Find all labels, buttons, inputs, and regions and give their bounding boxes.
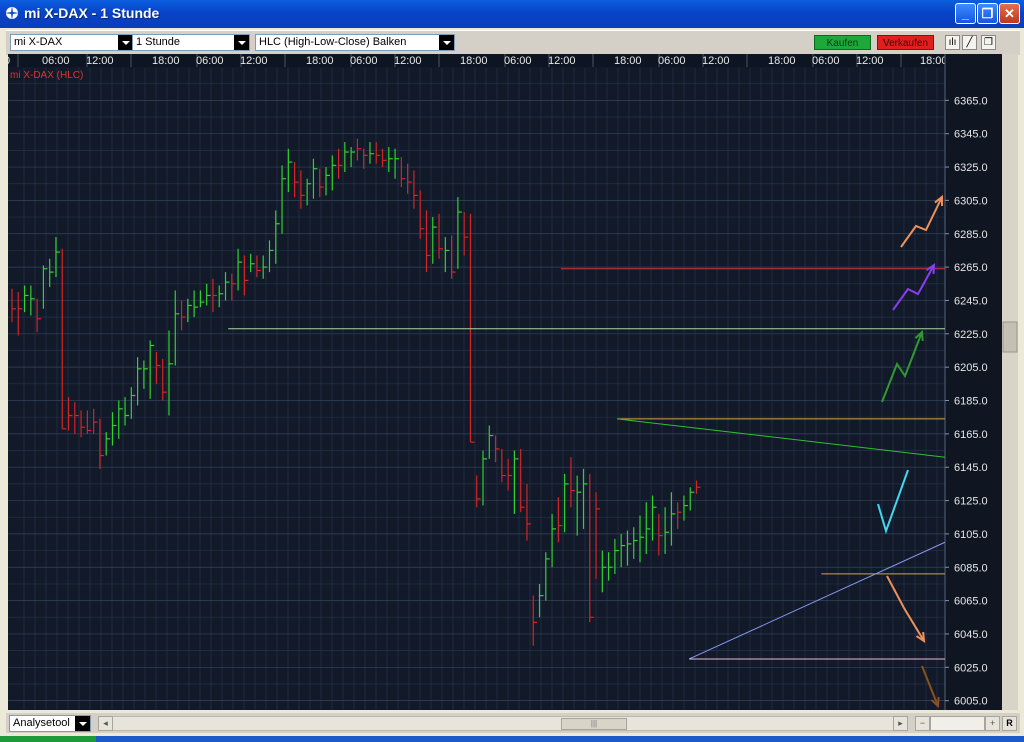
x-tick-label: 18:00 bbox=[768, 55, 796, 67]
y-tick-label: 6365.0 bbox=[954, 95, 988, 107]
y-tick-label: 6125.0 bbox=[954, 496, 988, 508]
chart-background bbox=[8, 54, 1018, 710]
chart-style-value: HLC (High-Low-Close) Balken bbox=[259, 36, 407, 48]
x-tick-label: 06:00 bbox=[504, 55, 532, 67]
taskbar-segment bbox=[0, 736, 96, 742]
x-tick-label: 12:00 bbox=[394, 55, 422, 67]
analysis-tool-value: Analysetool bbox=[13, 717, 70, 729]
chart-toolbar: mi X-DAX 1 Stunde HLC (High-Low-Close) B… bbox=[6, 30, 1020, 55]
y-tick-label: 6185.0 bbox=[954, 396, 988, 408]
y-tick-label: 6005.0 bbox=[954, 696, 988, 708]
restore-icon: ❐ bbox=[981, 6, 994, 21]
reset-button[interactable]: R bbox=[1002, 716, 1017, 731]
x-tick-label: 12:00 bbox=[86, 55, 114, 67]
app-icon bbox=[5, 6, 19, 20]
sell-button[interactable]: Verkaufen bbox=[877, 35, 934, 50]
chevron-down-icon[interactable] bbox=[118, 35, 133, 50]
window-title: mi X-DAX - 1 Stunde bbox=[24, 5, 160, 21]
y-tick-label: 6145.0 bbox=[954, 462, 988, 474]
x-tick-label: 18:00 bbox=[460, 55, 488, 67]
x-tick-label: 18:00 bbox=[152, 55, 180, 67]
y-tick-label: 6085.0 bbox=[954, 562, 988, 574]
bottom-bar: Analysetool ◂ ||| ▸ − + R bbox=[6, 713, 1020, 733]
x-tick-label: 12:00 bbox=[240, 55, 268, 67]
chevron-down-icon[interactable] bbox=[75, 716, 90, 731]
y-tick-label: 6165.0 bbox=[954, 429, 988, 441]
buy-button[interactable]: Kaufen bbox=[814, 35, 871, 50]
chart-title-label: mi X-DAX (HLC) bbox=[10, 70, 83, 81]
y-tick-label: 6065.0 bbox=[954, 596, 988, 608]
x-tick-label: 18:00 bbox=[614, 55, 642, 67]
x-tick-label: 18:00 bbox=[920, 55, 948, 67]
analysis-tool-select[interactable]: Analysetool bbox=[9, 715, 91, 732]
y-tick-label: 6245.0 bbox=[954, 295, 988, 307]
y-tick-label: 6045.0 bbox=[954, 629, 988, 641]
y-tick-label: 6265.0 bbox=[954, 262, 988, 274]
x-tick-label: 18:00 bbox=[306, 55, 334, 67]
vertical-scroll-thumb bbox=[1002, 321, 1018, 353]
x-tick-label: 12:00 bbox=[856, 55, 884, 67]
scroll-right-icon[interactable]: ▸ bbox=[893, 716, 908, 731]
y-tick-label: 6105.0 bbox=[954, 529, 988, 541]
x-tick-label: 06:00 bbox=[658, 55, 686, 67]
draw-line-icon[interactable]: ╱ bbox=[962, 35, 977, 50]
y-tick-label: 6205.0 bbox=[954, 362, 988, 374]
close-icon: ✕ bbox=[1004, 6, 1015, 21]
y-tick-label: 6025.0 bbox=[954, 662, 988, 674]
x-tick-label: 12:00 bbox=[702, 55, 730, 67]
zoom-in-icon[interactable]: + bbox=[985, 716, 1000, 731]
close-button[interactable]: ✕ bbox=[999, 3, 1020, 24]
chevron-down-icon[interactable] bbox=[439, 35, 454, 50]
x-tick-label: 06:00 bbox=[350, 55, 378, 67]
x-tick-label: 0 bbox=[8, 55, 10, 67]
detach-window-icon[interactable]: ❐ bbox=[981, 35, 996, 50]
x-tick-label: 06:00 bbox=[812, 55, 840, 67]
y-tick-label: 6325.0 bbox=[954, 162, 988, 174]
title-bar: mi X-DAX - 1 Stunde _ ❐ ✕ bbox=[0, 0, 1024, 28]
y-tick-label: 6225.0 bbox=[954, 329, 988, 341]
interval-value: 1 Stunde bbox=[136, 36, 181, 48]
taskbar-strip bbox=[0, 736, 1024, 742]
instrument-select[interactable]: mi X-DAX bbox=[10, 34, 134, 51]
restore-button[interactable]: ❐ bbox=[977, 3, 998, 24]
interval-select[interactable]: 1 Stunde bbox=[132, 34, 250, 51]
chevron-down-icon[interactable] bbox=[234, 35, 249, 50]
hlc-chart[interactable]: 0 06:00 12:00 18:00 06:00 12:00 18:00 06:00 12:0… bbox=[4, 54, 1018, 710]
scroll-left-icon[interactable]: ◂ bbox=[98, 716, 113, 731]
zoom-out-icon[interactable]: − bbox=[915, 716, 930, 731]
y-tick-label: 6345.0 bbox=[954, 129, 988, 141]
hlc-bars-icon[interactable]: ılı bbox=[945, 35, 960, 50]
scroll-thumb[interactable]: ||| bbox=[561, 718, 627, 730]
horizontal-scrollbar[interactable]: ◂ ||| ▸ bbox=[98, 716, 908, 731]
instrument-value: mi X-DAX bbox=[14, 36, 63, 48]
x-tick-label: 06:00 bbox=[196, 55, 224, 67]
zoom-slider[interactable] bbox=[930, 716, 985, 731]
y-tick-label: 6285.0 bbox=[954, 229, 988, 241]
x-tick-label: 06:00 bbox=[42, 55, 70, 67]
x-tick-label: 12:00 bbox=[548, 55, 576, 67]
chart-area[interactable]: 0 06:00 12:00 18:00 06:00 12:00 18:00 06:00 12:0… bbox=[4, 54, 1018, 710]
y-tick-label: 6305.0 bbox=[954, 195, 988, 207]
chart-style-select[interactable]: HLC (High-Low-Close) Balken bbox=[255, 34, 455, 51]
minimize-button[interactable]: _ bbox=[955, 3, 976, 24]
vertical-scrollbar bbox=[1002, 54, 1018, 710]
minimize-icon: _ bbox=[961, 6, 970, 21]
